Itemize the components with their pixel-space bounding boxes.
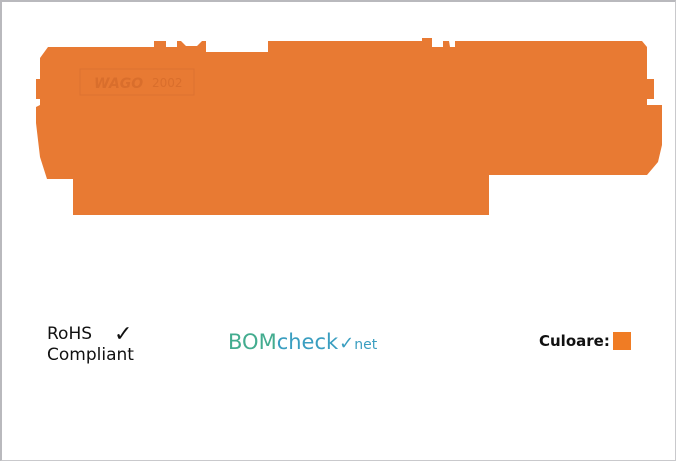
mold-model-text: 2002 bbox=[152, 76, 183, 90]
rohs-label: RoHS bbox=[47, 324, 93, 344]
end-plate-product-image: WAGO 2002 bbox=[36, 38, 662, 215]
bomcheck-logo-part-net: net bbox=[354, 337, 378, 353]
bomcheck-logo: BOM check ✓ net bbox=[228, 330, 377, 354]
mold-brand-text: WAGO bbox=[94, 76, 143, 92]
color-label: Culoare: bbox=[539, 332, 610, 350]
product-image-frame: WAGO 2002 RoHS ✓ Compliant BOM check ✓ n… bbox=[0, 0, 676, 461]
compliant-label: Compliant bbox=[47, 345, 134, 365]
rohs-compliant-badge: RoHS ✓ Compliant bbox=[47, 324, 187, 366]
end-plate-shape bbox=[36, 38, 662, 215]
color-indicator: Culoare: bbox=[539, 332, 631, 350]
bomcheck-logo-part-bom: BOM bbox=[228, 330, 277, 354]
color-swatch bbox=[612, 332, 631, 350]
checkmark-icon: ✓ bbox=[114, 322, 133, 347]
bomcheck-logo-part-check: check bbox=[276, 330, 339, 354]
bomcheck-checkmark-icon: ✓ bbox=[339, 333, 355, 354]
